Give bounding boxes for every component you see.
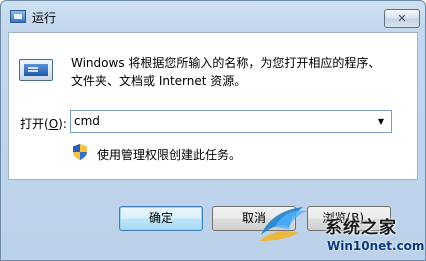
command-input[interactable]: cmd — [74, 114, 100, 128]
open-label-suffix: ): — [58, 117, 67, 131]
uac-shield-icon — [73, 144, 87, 160]
run-program-icon — [19, 59, 53, 81]
open-label: 打开(O): — [20, 115, 67, 132]
open-label-prefix: 打开( — [20, 117, 49, 131]
watermark-url: Win10net.com — [327, 239, 425, 253]
window-title: 运行 — [32, 11, 57, 25]
close-icon: ✕ — [397, 12, 407, 25]
site-logo-icon — [259, 207, 307, 241]
watermark-title: 系统之家 — [325, 218, 397, 238]
open-label-accelerator: O — [48, 117, 59, 131]
dialog-description: Windows 将根据您所输入的名称，为您打开相应的程序、文件夹、文档或 Int… — [71, 56, 381, 88]
chevron-down-icon[interactable]: ▼ — [373, 113, 389, 130]
run-program-icon — [10, 10, 26, 23]
close-button[interactable]: ✕ — [384, 9, 420, 28]
ok-button[interactable]: 确定 — [119, 206, 203, 231]
admin-privilege-note: 使用管理权限创建此任务。 — [97, 148, 242, 162]
command-combobox[interactable]: cmd ▼ — [70, 110, 392, 133]
run-dialog: 运行 ✕ Windows 将根据您所输入的名称，为您打开相应的程序、文件夹、文档… — [0, 0, 426, 261]
title-bar[interactable]: 运行 ✕ — [1, 1, 425, 33]
